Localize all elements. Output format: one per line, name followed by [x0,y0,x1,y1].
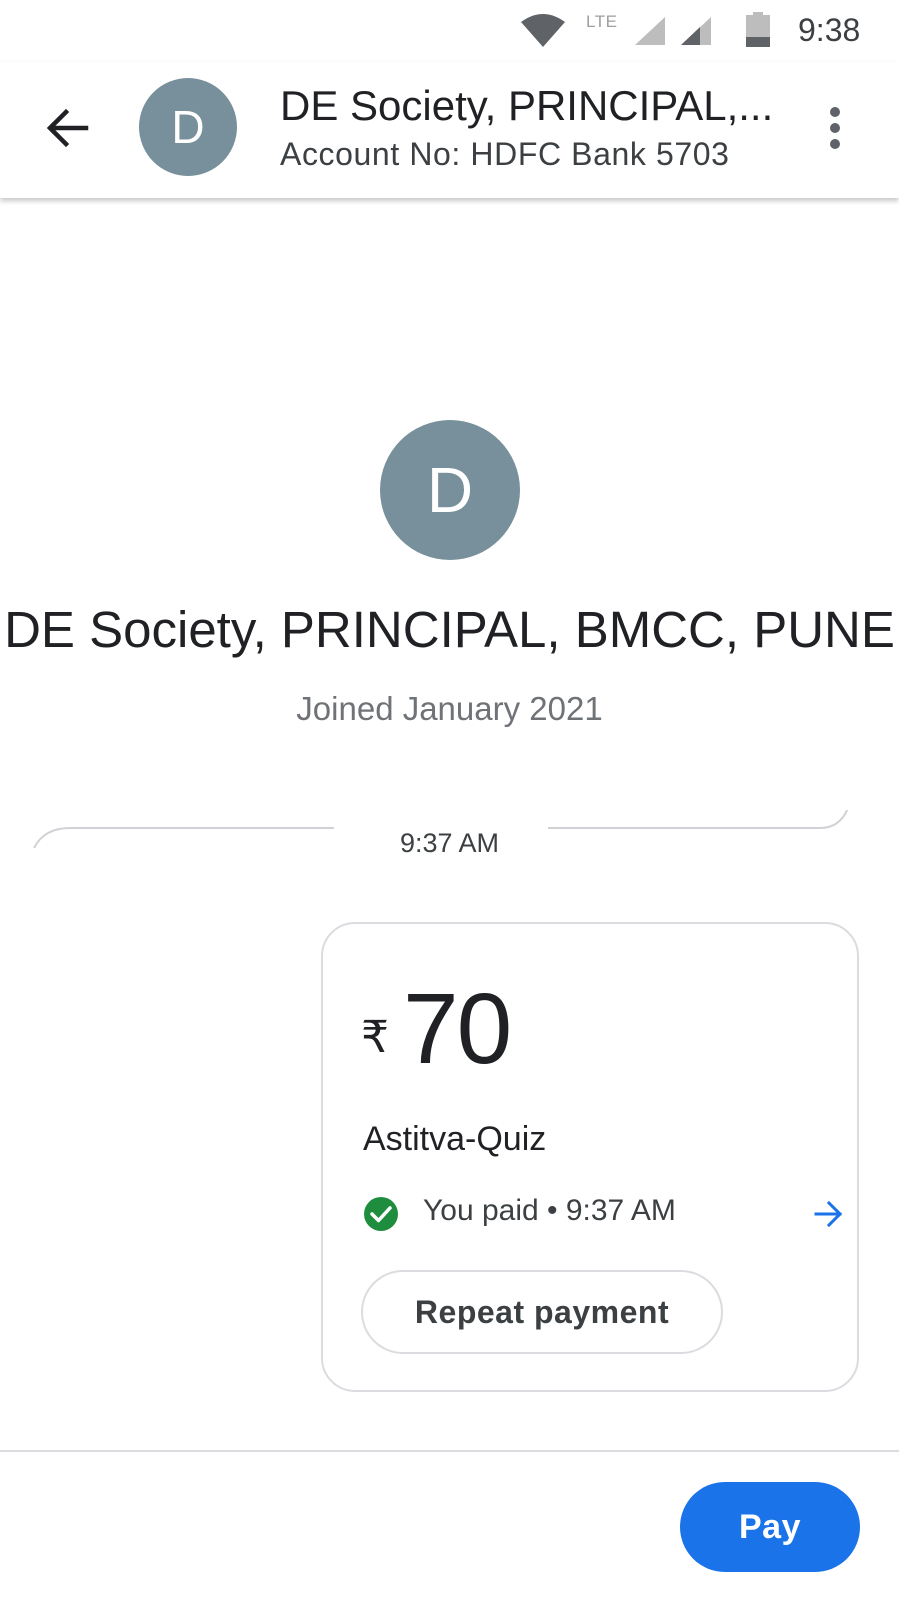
payment-status: You paid • 9:37 AM [423,1194,676,1227]
app-bar: D DE Society, PRINCIPAL,... Account No: … [0,62,899,198]
payment-status-row[interactable]: You paid • 9:37 AM [363,1188,843,1236]
timeline-time: 9:37 AM [399,828,500,858]
more-options-button[interactable] [805,100,865,156]
signal-icon [635,17,665,45]
check-circle-icon [364,1197,398,1231]
network-type-label: LTE [586,12,618,31]
repeat-payment-button[interactable]: Repeat payment [361,1270,723,1354]
contact-avatar[interactable]: D [380,420,520,560]
currency-symbol: ₹ [361,1013,389,1062]
back-button[interactable] [40,100,96,156]
avatar[interactable]: D [139,78,237,176]
more-vert-icon [830,107,840,149]
signal-icon [681,17,711,45]
contact-name: DE Society, PRINCIPAL, BMCC, PUNE [4,601,895,658]
footer-divider [0,1450,899,1452]
payment-details-button[interactable] [809,1194,849,1234]
wifi-icon [521,14,565,47]
arrow-right-icon [814,1200,843,1228]
payment-note: Astitva-Quiz [363,1120,547,1158]
conversation-screen: LTE 9:38 D DE Society, PRINCIPAL,... Acc… [0,0,899,1599]
status-time: 9:38 [798,12,861,48]
page-title: DE Society, PRINCIPAL,... [280,82,774,129]
joined-date: Joined January 2021 [296,690,603,727]
payment-card[interactable]: ₹ 70 Astitva-Quiz You paid • 9:37 AM Rep… [321,922,859,1392]
payment-amount: 70 [403,973,512,1085]
account-number: Account No: HDFC Bank 5703 [280,136,730,172]
battery-icon [746,12,770,47]
pay-button[interactable]: Pay [680,1482,860,1572]
status-bar: LTE 9:38 [0,0,899,62]
back-arrow-icon [46,108,89,148]
